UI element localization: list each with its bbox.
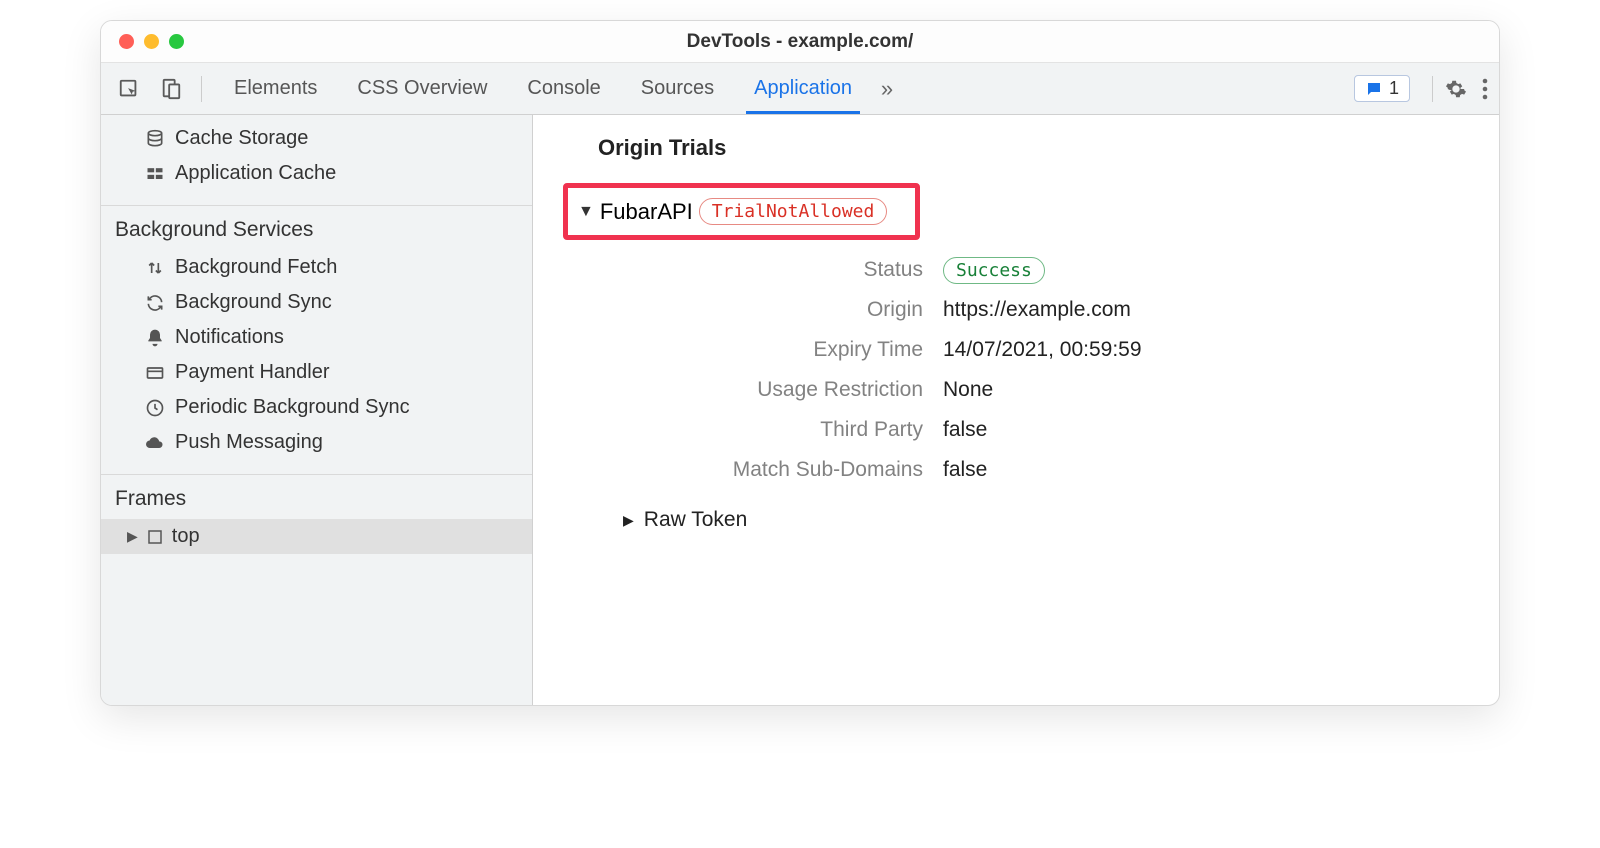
inspect-icon[interactable] bbox=[111, 78, 147, 100]
close-icon[interactable] bbox=[119, 34, 134, 49]
tab-elements[interactable]: Elements bbox=[214, 63, 337, 114]
raw-token-label: Raw Token bbox=[644, 508, 748, 532]
sidebar-item-label: Notifications bbox=[175, 326, 284, 349]
sync-icon bbox=[145, 293, 165, 313]
panel-heading: Origin Trials bbox=[598, 135, 1499, 161]
devtools-window: DevTools - example.com/ Elements CSS Ove… bbox=[100, 20, 1500, 706]
highlight-box: ▼ FubarAPI TrialNotAllowed bbox=[563, 183, 920, 240]
sidebar-item-label: Application Cache bbox=[175, 162, 336, 185]
chevron-down-icon: ▼ bbox=[578, 203, 594, 221]
clock-icon bbox=[145, 398, 165, 418]
window-title: DevTools - example.com/ bbox=[101, 31, 1499, 53]
zoom-icon[interactable] bbox=[169, 34, 184, 49]
separator bbox=[201, 76, 202, 102]
card-icon bbox=[145, 363, 165, 383]
issues-count: 1 bbox=[1389, 78, 1399, 99]
detail-label-origin: Origin bbox=[623, 298, 923, 322]
sidebar-header-frames: Frames bbox=[101, 474, 532, 519]
detail-value-expiry: 14/07/2021, 00:59:59 bbox=[943, 338, 1499, 362]
detail-value-origin: https://example.com bbox=[943, 298, 1499, 322]
sidebar-item-cache-storage[interactable]: Cache Storage bbox=[101, 121, 532, 156]
minimize-icon[interactable] bbox=[144, 34, 159, 49]
panel-body: Cache Storage Application Cache Backgrou… bbox=[101, 115, 1499, 705]
cloud-icon bbox=[145, 433, 165, 453]
main-toolbar: Elements CSS Overview Console Sources Ap… bbox=[101, 63, 1499, 115]
kebab-menu-icon[interactable] bbox=[1481, 78, 1489, 100]
panel-tabs: Elements CSS Overview Console Sources Ap… bbox=[214, 63, 902, 114]
detail-label-usage: Usage Restriction bbox=[623, 378, 923, 402]
detail-value-third-party: false bbox=[943, 418, 1499, 442]
sidebar-item-label: Background Fetch bbox=[175, 256, 337, 279]
raw-token-toggle[interactable]: ▶ Raw Token bbox=[623, 508, 1499, 532]
detail-label-status: Status bbox=[623, 258, 923, 282]
frame-icon bbox=[146, 528, 164, 546]
chevron-right-icon: ▶ bbox=[623, 512, 634, 529]
tab-sources[interactable]: Sources bbox=[621, 63, 734, 114]
origin-trials-panel: Origin Trials ▼ FubarAPI TrialNotAllowed… bbox=[533, 115, 1499, 705]
traffic-lights bbox=[101, 34, 184, 49]
trial-status-badge: TrialNotAllowed bbox=[699, 198, 888, 225]
chevron-right-icon: ▶ bbox=[127, 528, 138, 545]
frames-item-top[interactable]: ▶ top bbox=[101, 519, 532, 554]
sidebar-item-application-cache[interactable]: Application Cache bbox=[101, 156, 532, 191]
bell-icon bbox=[145, 328, 165, 348]
database-icon bbox=[145, 129, 165, 149]
trial-row[interactable]: ▼ FubarAPI TrialNotAllowed bbox=[578, 198, 887, 225]
sidebar-item-background-fetch[interactable]: Background Fetch bbox=[101, 250, 532, 285]
detail-value-subdomains: false bbox=[943, 458, 1499, 482]
sidebar-item-label: Cache Storage bbox=[175, 127, 308, 150]
trial-name: FubarAPI bbox=[600, 199, 693, 225]
updown-icon bbox=[145, 258, 165, 278]
tab-application[interactable]: Application bbox=[734, 63, 872, 114]
detail-label-expiry: Expiry Time bbox=[623, 338, 923, 362]
detail-label-subdomains: Match Sub-Domains bbox=[623, 458, 923, 482]
sidebar-item-label: Push Messaging bbox=[175, 431, 323, 454]
sidebar-item-label: Periodic Background Sync bbox=[175, 396, 410, 419]
tab-console[interactable]: Console bbox=[507, 63, 620, 114]
more-tabs-icon[interactable]: » bbox=[872, 63, 902, 114]
trial-details: Status Success Origin https://example.co… bbox=[623, 258, 1499, 482]
sidebar-item-periodic-background-sync[interactable]: Periodic Background Sync bbox=[101, 390, 532, 425]
sidebar-item-background-sync[interactable]: Background Sync bbox=[101, 285, 532, 320]
frames-item-label: top bbox=[172, 525, 200, 548]
separator bbox=[1432, 76, 1433, 102]
detail-value-usage: None bbox=[943, 378, 1499, 402]
sidebar-item-notifications[interactable]: Notifications bbox=[101, 320, 532, 355]
issues-badge[interactable]: 1 bbox=[1354, 75, 1410, 102]
application-sidebar: Cache Storage Application Cache Backgrou… bbox=[101, 115, 533, 705]
sidebar-header-background-services: Background Services bbox=[101, 205, 532, 250]
status-badge: Success bbox=[943, 257, 1045, 284]
sidebar-item-payment-handler[interactable]: Payment Handler bbox=[101, 355, 532, 390]
detail-label-third-party: Third Party bbox=[623, 418, 923, 442]
tab-css-overview[interactable]: CSS Overview bbox=[337, 63, 507, 114]
sidebar-item-label: Payment Handler bbox=[175, 361, 330, 384]
device-toggle-icon[interactable] bbox=[153, 78, 189, 100]
detail-value-status: Success bbox=[943, 258, 1499, 282]
grid-icon bbox=[145, 164, 165, 184]
sidebar-item-label: Background Sync bbox=[175, 291, 332, 314]
titlebar: DevTools - example.com/ bbox=[101, 21, 1499, 63]
sidebar-item-push-messaging[interactable]: Push Messaging bbox=[101, 425, 532, 460]
settings-icon[interactable] bbox=[1445, 78, 1467, 100]
